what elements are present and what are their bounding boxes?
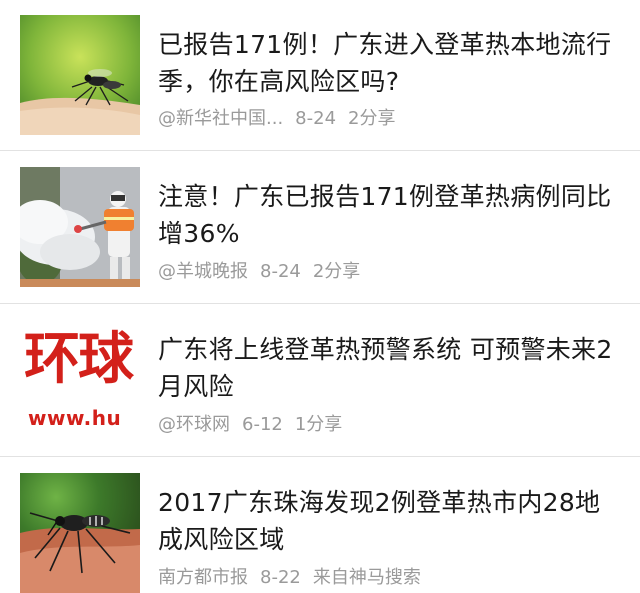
news-source: 南方都市报 xyxy=(158,567,248,588)
news-shares: 2分享 xyxy=(348,108,396,129)
news-shares: 2分享 xyxy=(312,261,361,282)
news-list: 已报告171例！广东进入登革热本地流行季，你在高风险区吗? @新华社中国... 8… xyxy=(0,0,640,593)
news-date: 6-12 xyxy=(242,414,283,435)
news-item[interactable]: 环球 www.hu 广东将上线登革热预警系统 可预警未来2月风险 @环球网 6-1… xyxy=(0,304,640,457)
logo-text: 环球 xyxy=(24,327,134,392)
news-shares: 1分享 xyxy=(294,414,343,435)
news-meta: 南方都市报 8-22 来自神马搜索 xyxy=(158,563,433,589)
news-meta: @新华社中国... 8-24 2分享 xyxy=(158,104,407,130)
logo-url-text: www.hu xyxy=(28,406,122,430)
news-date: 8-24 xyxy=(295,108,337,129)
news-title[interactable]: 注意！广东已报告171例登革热病例同比增36% xyxy=(158,178,620,252)
news-date: 8-22 xyxy=(260,567,301,588)
news-meta: @环球网 6-12 1分享 xyxy=(158,410,354,436)
news-shares: 来自神马搜索 xyxy=(312,567,421,588)
news-date: 8-24 xyxy=(260,261,301,282)
news-item[interactable]: 2017广东珠海发现2例登革热市内28地成风险区域 南方都市报 8-22 来自神马搜… xyxy=(0,457,640,593)
news-item[interactable]: 注意！广东已报告171例登革热病例同比增36% @羊城晚报 8-24 2分享 xyxy=(0,151,640,304)
news-meta: @羊城晚报 8-24 2分享 xyxy=(158,257,372,283)
fogging-worker-image[interactable] xyxy=(20,167,140,287)
mosquito-closeup-image[interactable] xyxy=(20,473,140,593)
news-source: @环球网 xyxy=(158,414,230,435)
news-source: @羊城晚报 xyxy=(158,261,248,282)
news-source: @新华社中国... xyxy=(158,108,284,129)
huanqiu-logo-image[interactable]: 环球 www.hu xyxy=(20,320,140,440)
mosquito-on-skin-image[interactable] xyxy=(20,15,140,135)
news-item[interactable]: 已报告171例！广东进入登革热本地流行季，你在高风险区吗? @新华社中国... 8… xyxy=(0,0,640,151)
news-title[interactable]: 已报告171例！广东进入登革热本地流行季，你在高风险区吗? xyxy=(158,26,620,100)
news-title[interactable]: 2017广东珠海发现2例登革热市内28地成风险区域 xyxy=(158,484,620,558)
news-title[interactable]: 广东将上线登革热预警系统 可预警未来2月风险 xyxy=(158,331,620,405)
